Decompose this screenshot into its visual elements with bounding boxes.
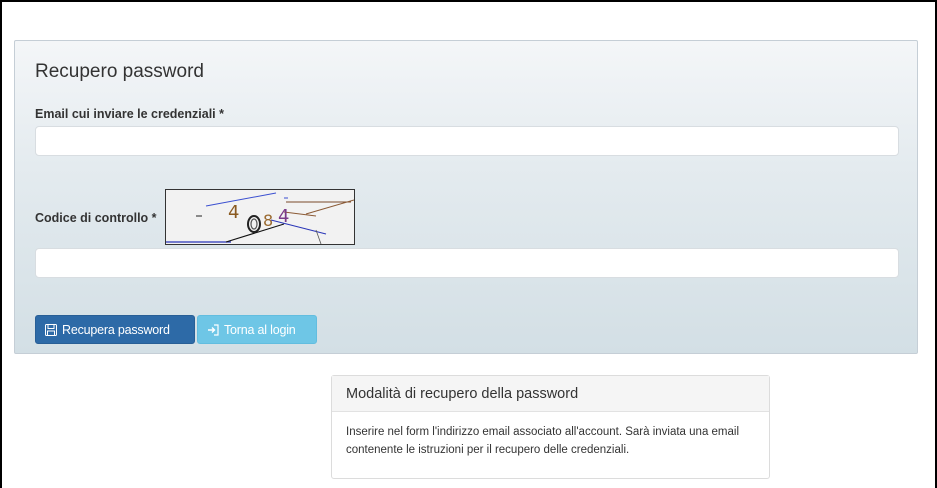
captcha-label: Codice di controllo * [35, 211, 157, 225]
info-panel: Modalità di recupero della password Inse… [331, 375, 770, 479]
back-to-login-button[interactable]: Torna al login [197, 315, 317, 344]
floppy-disk-icon [45, 323, 57, 336]
email-field[interactable] [35, 126, 899, 156]
sign-in-icon [207, 323, 219, 336]
recover-password-button[interactable]: Recupera password [35, 315, 195, 344]
email-label: Email cui inviare le credenziali * [35, 107, 224, 121]
captcha-char: 8 [263, 211, 273, 230]
captcha-char: 4 [228, 202, 239, 223]
back-to-login-label: Torna al login [224, 322, 296, 337]
recover-password-label: Recupera password [62, 322, 170, 337]
password-recovery-panel: Recupero password Email cui inviare le c… [14, 40, 918, 354]
captcha-field[interactable] [35, 248, 899, 278]
captcha-char: 4 [278, 206, 289, 227]
info-text: Inserire nel form l'indirizzo email asso… [346, 426, 740, 456]
page-title: Recupero password [35, 61, 204, 82]
captcha-image: 4 8 4 [165, 189, 355, 245]
info-title: Modalità di recupero della password [332, 376, 769, 412]
